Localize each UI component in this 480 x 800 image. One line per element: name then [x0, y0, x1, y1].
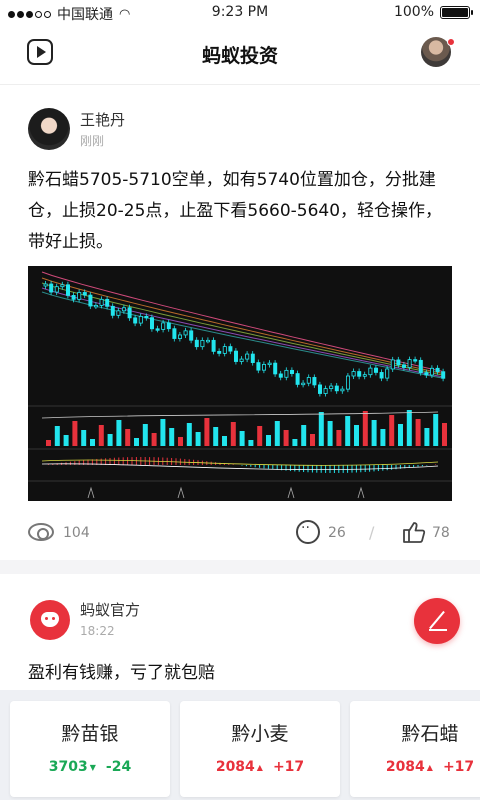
ticker-values: 2084 ▲ +17 — [350, 759, 480, 775]
post-text: 黔石蜡5705-5710空单，如有5740位置加仓，分批建仓，止损20-25点，… — [28, 170, 443, 252]
post-text: 盈利有钱赚，亏了就包赔 — [28, 663, 215, 683]
ticker-change: -24 — [105, 759, 132, 775]
battery-label: 100% — [393, 4, 434, 20]
ticker-price: 2084 — [385, 759, 425, 775]
ticker-strip[interactable]: 黔苗银 3703 ▼ -24 黔小麦 2084 ▲ +17 黔石蜡 2084 ▲ +17 — [0, 690, 480, 800]
kline-svg — [28, 271, 452, 499]
section-gap — [0, 560, 480, 574]
notification-dot — [447, 38, 455, 46]
status-bar: 中国联通 ◠ 9:23 PM 100% — [0, 0, 480, 24]
ticker-name: 黔苗银 — [61, 723, 119, 745]
ticker-change: +17 — [272, 759, 305, 775]
ticker-card[interactable]: 黔石蜡 2084 ▲ +17 — [350, 701, 480, 797]
battery-icon — [440, 5, 473, 19]
battery-fill — [442, 7, 468, 17]
author-name[interactable]: 蚂蚁官方 — [80, 599, 140, 620]
view-count: 104 — [63, 525, 90, 541]
post-time: 18:22 — [80, 624, 115, 638]
arrow-down-icon: ▼ — [89, 762, 96, 772]
app-header: 蚂蚁投资 — [0, 24, 480, 84]
feed-post[interactable]: 王艳丹 刚刚 黔石蜡5705-5710空单，如有5740位置加仓，分批建仓，止损… — [0, 85, 480, 560]
comment-icon[interactable] — [296, 520, 320, 544]
ticker-values: 2084 ▲ +17 — [180, 759, 340, 775]
ticker-name: 黔石蜡 — [401, 723, 459, 745]
feed-post-official[interactable]: 蚂蚁官方 18:22 盈利有钱赚，亏了就包赔 — [0, 574, 480, 690]
status-right: 100% — [393, 4, 473, 20]
eye-icon — [28, 523, 54, 541]
thumb-up-icon[interactable] — [402, 521, 426, 543]
candlestick-chart-image[interactable] — [28, 266, 452, 501]
ant-logo-icon[interactable] — [30, 600, 70, 640]
ticker-price: 2084 — [215, 759, 255, 775]
like-count: 78 — [432, 525, 450, 541]
arrow-up-icon: ▲ — [426, 762, 433, 772]
ticker-card[interactable]: 黔苗银 3703 ▼ -24 — [10, 701, 170, 797]
arrow-up-icon: ▲ — [256, 762, 263, 772]
compose-button[interactable] — [414, 598, 460, 644]
ticker-change: +17 — [442, 759, 475, 775]
stats-divider: / — [369, 523, 375, 542]
post-time: 刚刚 — [80, 134, 105, 148]
ticker-price: 3703 — [48, 759, 88, 775]
ticker-values: 3703 ▼ -24 — [10, 759, 170, 775]
ticker-card[interactable]: 黔小麦 2084 ▲ +17 — [180, 701, 340, 797]
ticker-name: 黔小麦 — [231, 723, 289, 745]
page-title: 蚂蚁投资 — [201, 45, 278, 67]
author-name[interactable]: 王艳丹 — [80, 109, 125, 130]
post-stats: 104 26 / 78 — [0, 515, 480, 551]
author-avatar[interactable] — [28, 108, 70, 150]
comment-count: 26 — [328, 525, 346, 541]
